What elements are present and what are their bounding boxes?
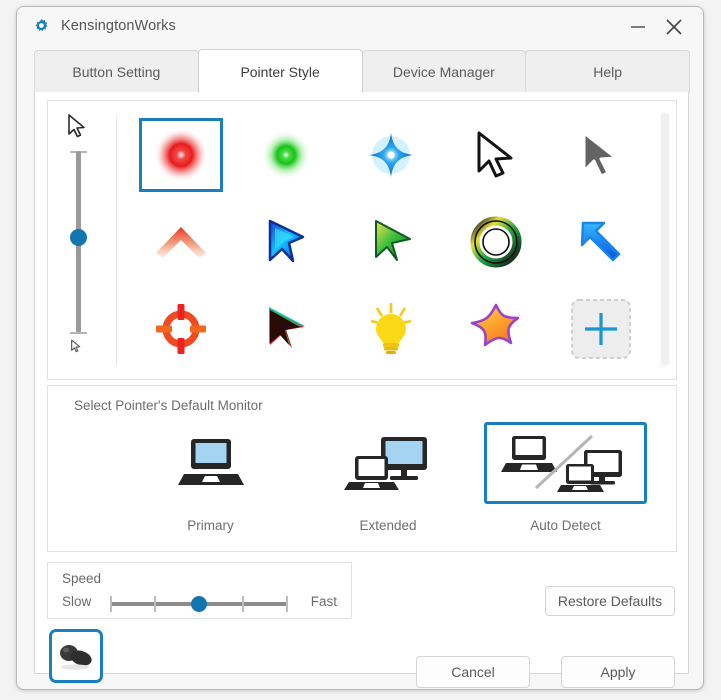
rainbow-arrow-pointer-icon [268, 307, 305, 349]
monitor-option-label: Extended [359, 518, 417, 533]
green-glow-pointer-icon [260, 129, 311, 180]
speed-tick-5 [286, 596, 288, 612]
small-cursor-icon [70, 339, 83, 358]
kensingtonworks-app-window: KensingtonWorks Button Setting Pointer S… [0, 0, 721, 700]
speed-tick-2 [154, 596, 156, 612]
restore-defaults-button[interactable]: Restore Defaults [545, 586, 675, 616]
speed-tick-4 [242, 596, 244, 612]
laptop-plus-monitor-icon [344, 437, 427, 490]
minimize-button[interactable] [625, 15, 651, 39]
pointer-option-blue-sparkle[interactable] [338, 111, 443, 198]
pointer-option-red-crosshair[interactable] [128, 286, 233, 373]
pointer-option-orange-chevron[interactable] [128, 198, 233, 285]
pointer-option-green-glow[interactable] [233, 111, 338, 198]
speed-slider-thumb[interactable] [191, 596, 207, 612]
size-slider-tick-bottom [70, 332, 87, 334]
window-frame: KensingtonWorks Button Setting Pointer S… [16, 6, 704, 690]
speed-panel: Speed Slow Fast [47, 562, 352, 619]
gray-arrow-pointer-icon [582, 131, 617, 178]
pointer-option-gray-arrow[interactable] [548, 111, 653, 198]
monitor-section-title: Select Pointer's Default Monitor [74, 398, 263, 413]
blue-up-left-arrow-pointer-icon [580, 221, 620, 262]
tab-label: Device Manager [392, 64, 495, 80]
apply-label: Apply [600, 664, 636, 680]
size-slider-thumb[interactable] [70, 229, 87, 246]
yellow-lightbulb-pointer-icon [370, 303, 411, 355]
tab-strip: Button Setting Pointer Style Device Mana… [34, 49, 690, 93]
green-gradient-arrow-pointer-icon [374, 219, 411, 261]
speed-min-label: Slow [62, 594, 92, 609]
cancel-button[interactable]: Cancel [416, 656, 530, 688]
trackball-device-thumbnail[interactable] [49, 629, 103, 683]
titlebar: KensingtonWorks [17, 7, 703, 45]
pointer-option-yellow-lightbulb[interactable] [338, 286, 443, 373]
tab-label: Button Setting [72, 64, 161, 80]
pointer-grid-scrollbar[interactable] [660, 111, 670, 369]
white-arrow-pointer-icon [477, 131, 512, 178]
speed-tick-1 [110, 596, 112, 612]
trackball-icon [60, 645, 92, 670]
tab-device-manager[interactable]: Device Manager [361, 50, 527, 93]
orange-star-pointer-icon [470, 304, 519, 347]
red-crosshair-pointer-icon [155, 304, 206, 355]
tab-label: Pointer Style [240, 63, 320, 80]
default-monitor-panel: Select Pointer's Default Monitor Primary [47, 385, 677, 552]
blue-outline-arrow-pointer-icon [268, 219, 304, 263]
tab-pointer-style[interactable]: Pointer Style [197, 49, 363, 93]
speed-max-label: Fast [310, 594, 337, 609]
pointer-option-green-ring[interactable] [443, 198, 548, 285]
red-glow-pointer-icon [153, 127, 208, 182]
single-laptop-icon [177, 439, 244, 485]
gear-icon [32, 17, 51, 36]
pointer-option-orange-star[interactable] [443, 286, 548, 373]
pointer-option-add-custom[interactable] [548, 286, 653, 373]
window-title: KensingtonWorks [61, 18, 176, 34]
cancel-label: Cancel [451, 664, 495, 680]
orange-chevron-pointer-icon [155, 226, 206, 258]
monitor-option-auto-detect[interactable]: Auto Detect [483, 422, 648, 533]
close-button[interactable] [661, 15, 687, 39]
pointer-option-red-glow[interactable] [128, 111, 233, 198]
pointer-option-rainbow-arrow[interactable] [233, 286, 338, 373]
restore-defaults-label: Restore Defaults [557, 593, 663, 609]
panel-divider [116, 117, 117, 365]
green-ring-pointer-icon [470, 216, 521, 268]
tab-button-setting[interactable]: Button Setting [34, 50, 199, 93]
monitor-options-row: Primary Extended Auto Detect [128, 422, 648, 533]
blue-sparkle-pointer-icon [368, 132, 413, 177]
tab-content-pointer-style: Select Pointer's Default Monitor Primary [34, 92, 689, 688]
pointer-option-white-arrow[interactable] [443, 111, 548, 198]
tab-help[interactable]: Help [525, 50, 690, 93]
scrollbar-thumb[interactable] [661, 113, 669, 365]
pointer-option-blue-up-left-arrow[interactable] [548, 198, 653, 285]
apply-button[interactable]: Apply [561, 656, 675, 688]
monitor-option-label: Primary [187, 518, 234, 533]
pointer-option-blue-outline-arrow[interactable] [233, 198, 338, 285]
large-cursor-icon [66, 113, 90, 144]
pointer-style-panel [47, 100, 677, 380]
auto-detect-monitors-icon [500, 434, 622, 492]
monitor-option-extended[interactable]: Extended [306, 422, 471, 533]
monitor-option-label: Auto Detect [530, 518, 601, 533]
pointer-option-green-gradient-arrow[interactable] [338, 198, 443, 285]
speed-label: Speed [62, 571, 102, 586]
pointer-style-grid [128, 111, 653, 373]
pointer-size-slider[interactable] [48, 101, 110, 381]
monitor-option-primary[interactable]: Primary [128, 422, 293, 533]
tab-label: Help [593, 64, 623, 80]
add-custom-pointer-icon [570, 299, 631, 360]
